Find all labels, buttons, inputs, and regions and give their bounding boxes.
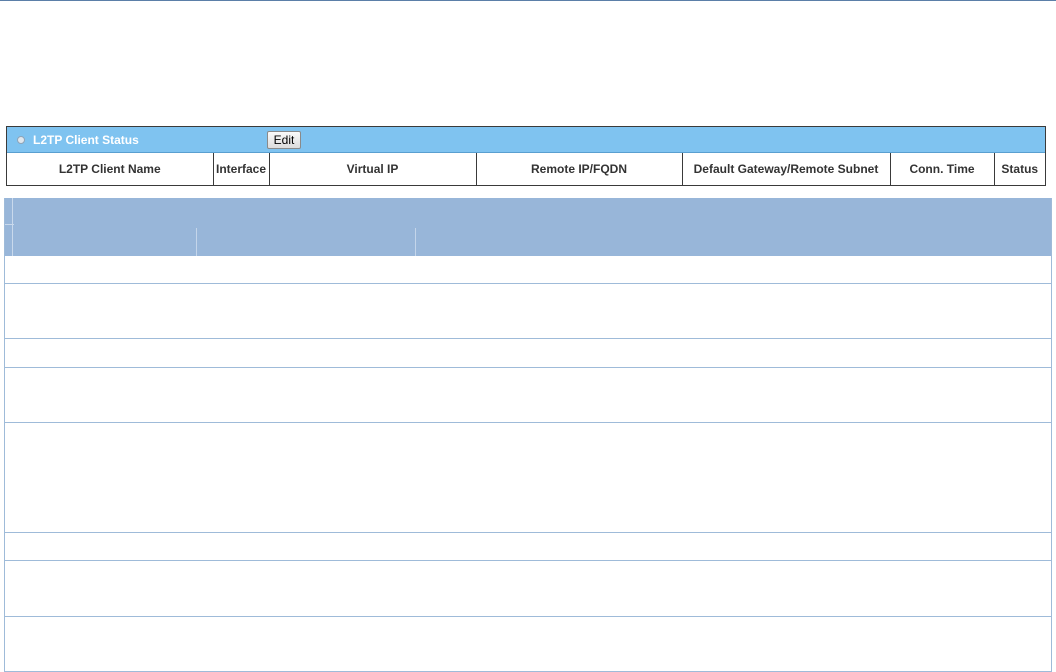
column-header-remote-ip: Remote IP/FQDN: [475, 153, 682, 185]
config-table-row: [4, 533, 1052, 561]
column-header-status: Status: [993, 153, 1045, 185]
status-table: L2TP Client Name Interface Virtual IP Re…: [7, 153, 1045, 185]
config-table-row: [4, 284, 1052, 339]
header-divider: [4, 224, 14, 225]
l2tp-client-status-panel: L2TP Client Status Edit L2TP Client Name…: [6, 126, 1046, 186]
column-header-client-name: L2TP Client Name: [58, 162, 161, 176]
config-table-row: [4, 561, 1052, 617]
column-header-virtual-ip: Virtual IP: [268, 153, 476, 185]
header-column-divider: [196, 228, 197, 256]
bullet-icon: [17, 136, 25, 144]
config-table-row: [4, 339, 1052, 368]
status-table-header-row: L2TP Client Name Interface Virtual IP Re…: [7, 153, 1045, 185]
status-title-bar: L2TP Client Status Edit: [7, 127, 1045, 153]
config-table-row: [4, 617, 1052, 672]
config-table-row: [4, 256, 1052, 284]
top-divider: [0, 0, 1056, 1]
column-header-conn-time: Conn. Time: [889, 153, 994, 185]
page: L2TP Client Status Edit L2TP Client Name…: [0, 0, 1056, 672]
config-table-row: [4, 423, 1052, 533]
status-panel-title: L2TP Client Status: [33, 133, 139, 147]
config-table-header: [4, 198, 1052, 256]
column-header-gateway-subnet: Default Gateway/Remote Subnet: [681, 153, 890, 185]
edit-button[interactable]: Edit: [267, 131, 301, 149]
column-header-interface: Interface: [212, 153, 269, 185]
config-table-row: [4, 368, 1052, 423]
header-divider: [12, 198, 13, 256]
header-column-divider: [415, 228, 416, 256]
